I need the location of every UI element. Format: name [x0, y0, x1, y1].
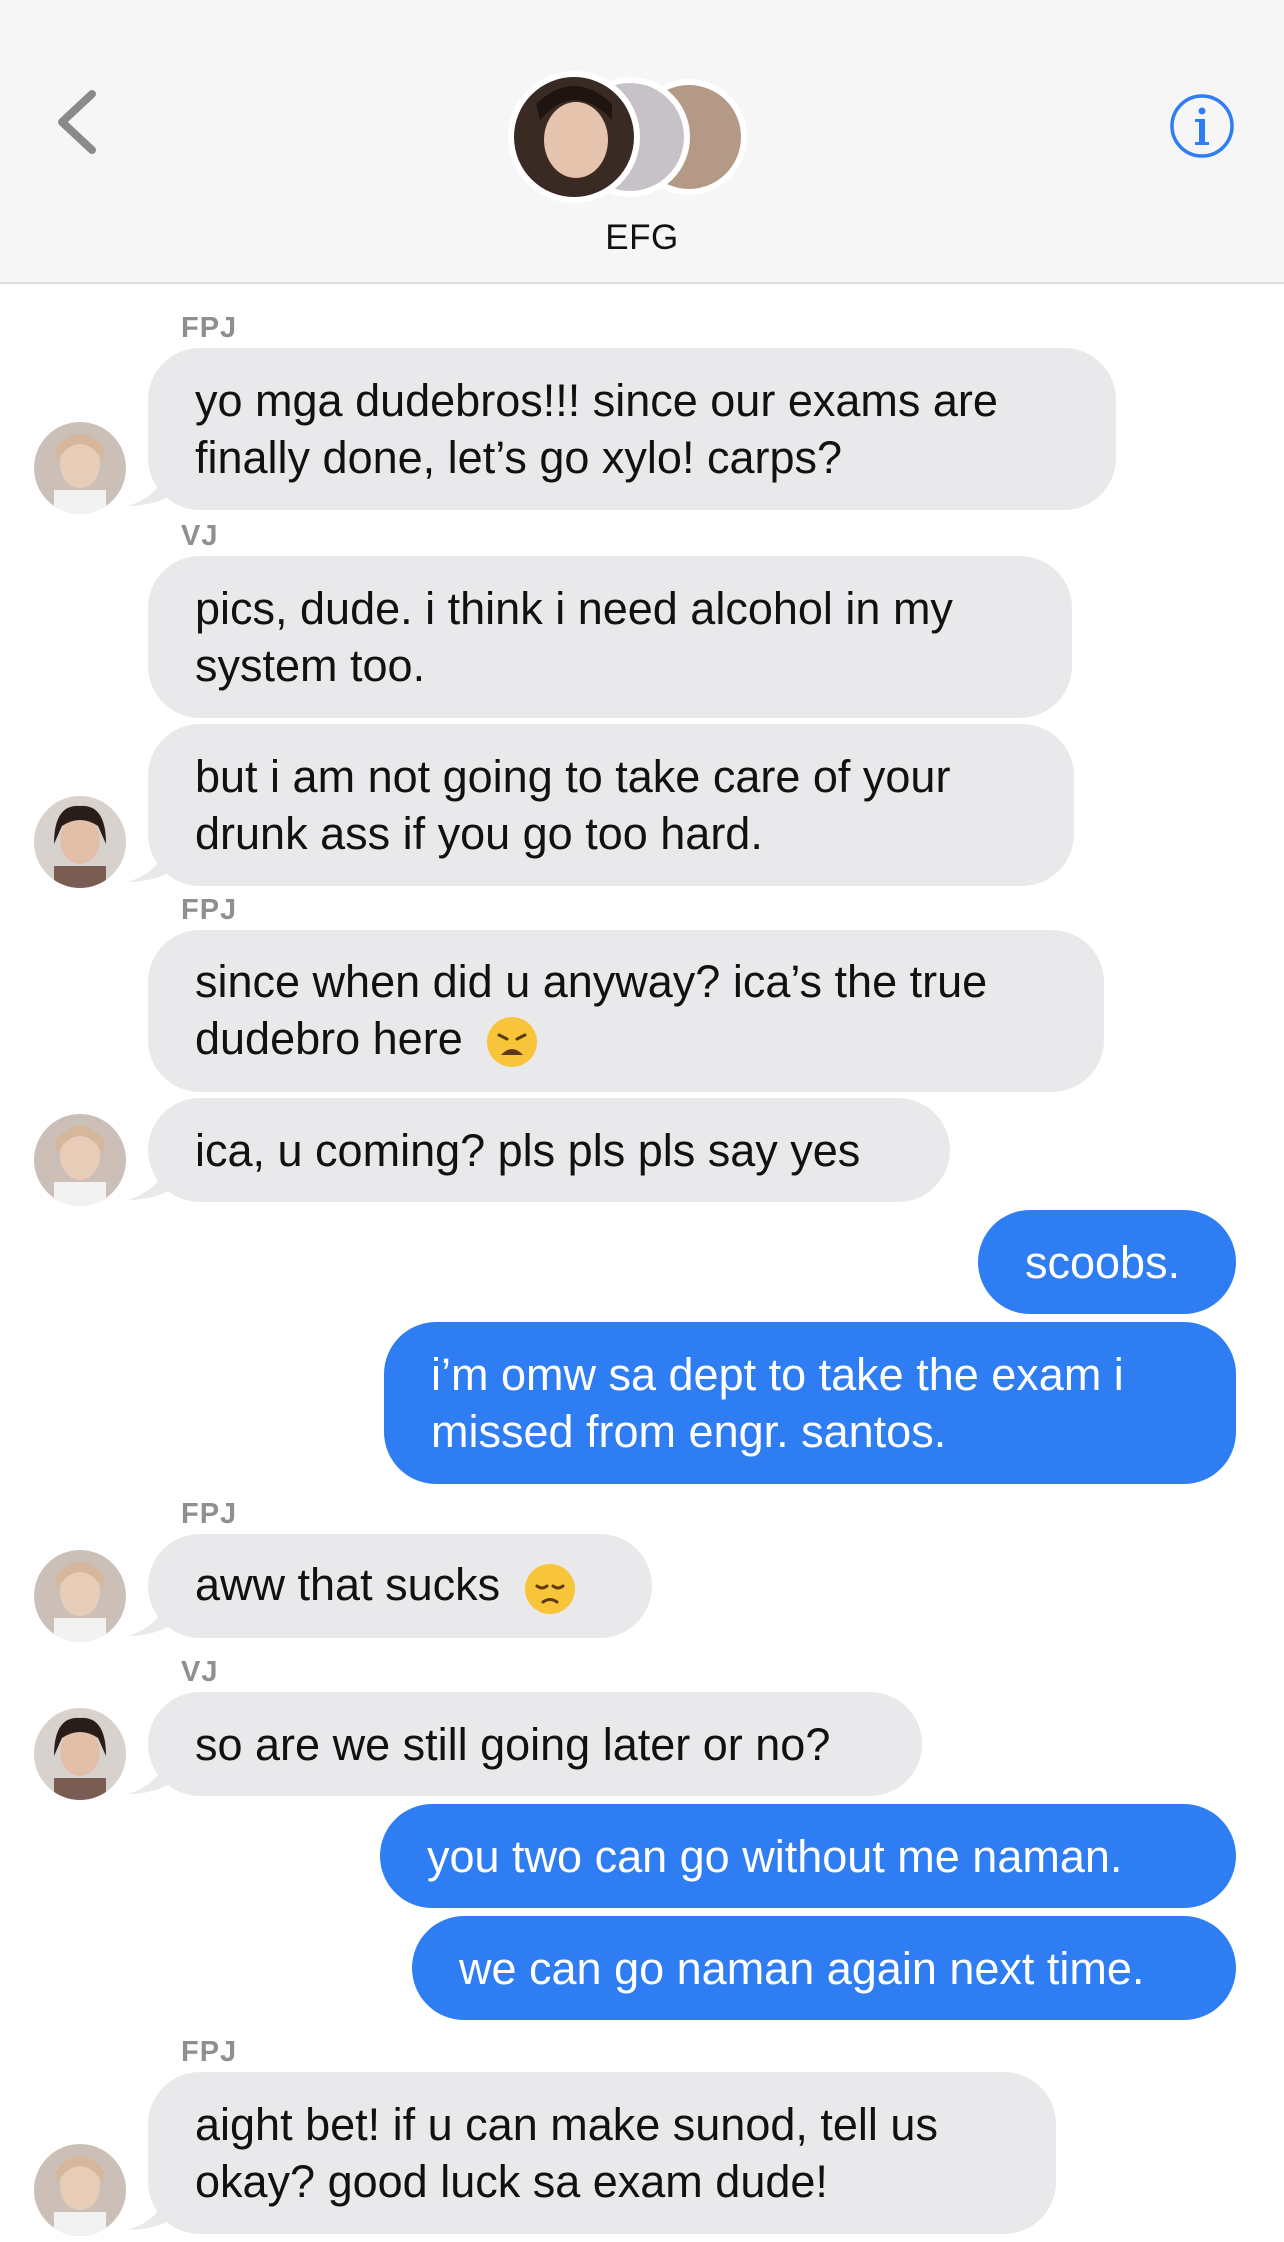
incoming-message-bubble[interactable]: aww that sucks — [148, 1534, 652, 1638]
message-content: since when did u anyway? ica’s the true … — [195, 953, 1057, 1069]
incoming-message-bubble[interactable]: yo mga dudebros!!! since our exams are f… — [148, 348, 1116, 510]
bubble-tail — [128, 1746, 184, 1794]
message-text: i’m omw sa dept to take the exam i misse… — [431, 1349, 1124, 1457]
incoming-message-bubble[interactable]: so are we still going later or no? — [148, 1692, 922, 1796]
bubble-tail — [128, 458, 184, 506]
message-content: aww that sucks — [195, 1556, 577, 1615]
incoming-message-bubble[interactable]: aight bet! if u can make sunod, tell us … — [148, 2072, 1056, 2234]
outgoing-message-bubble[interactable]: scoobs. — [978, 1210, 1236, 1314]
pensive-face-emoji — [524, 1563, 575, 1614]
avatar[interactable] — [34, 1114, 126, 1206]
bubble-tail — [128, 1152, 184, 1200]
incoming-message-bubble[interactable]: but i am not going to take care of your … — [148, 724, 1074, 886]
sender-name: VJ — [181, 520, 219, 552]
message-text: but i am not going to take care of your … — [195, 751, 951, 859]
outgoing-message-bubble[interactable]: you two can go without me naman. — [380, 1804, 1236, 1908]
avatar[interactable] — [34, 2144, 126, 2236]
bubble-tail — [128, 2182, 184, 2230]
message-text: you two can go without me naman. — [427, 1830, 1123, 1882]
sender-name: FPJ — [181, 2036, 238, 2068]
sender-name: VJ — [181, 1656, 219, 1688]
outgoing-message-bubble[interactable]: i’m omw sa dept to take the exam i misse… — [384, 1322, 1236, 1484]
sender-name: FPJ — [181, 894, 238, 926]
avatar[interactable] — [34, 1708, 126, 1800]
message-text: pics, dude. i think i need alcohol in my… — [195, 583, 953, 691]
message-text: aww that sucks — [195, 1559, 501, 1611]
incoming-message-bubble[interactable]: ica, u coming? pls pls pls say yes — [148, 1098, 950, 1202]
avatar[interactable] — [34, 422, 126, 514]
incoming-message-bubble[interactable]: pics, dude. i think i need alcohol in my… — [148, 556, 1072, 718]
bubble-tail — [128, 834, 184, 882]
info-icon[interactable] — [1168, 92, 1236, 160]
message-text: yo mga dudebros!!! since our exams are f… — [195, 375, 998, 483]
message-text: aight bet! if u can make sunod, tell us … — [195, 2099, 938, 2207]
message-text: ica, u coming? pls pls pls say yes — [195, 1124, 861, 1176]
sender-name: FPJ — [181, 312, 238, 344]
message-text: scoobs. — [1025, 1236, 1181, 1288]
outgoing-message-bubble[interactable]: we can go naman again next time. — [412, 1916, 1236, 2020]
weary-face-emoji — [487, 1017, 538, 1068]
incoming-message-bubble[interactable]: since when did u anyway? ica’s the true … — [148, 930, 1104, 1092]
bubble-tail — [128, 1588, 184, 1636]
message-text: so are we still going later or no? — [195, 1718, 831, 1770]
sender-name: FPJ — [181, 1498, 238, 1530]
group-name: EFG — [605, 218, 679, 257]
message-text: since when did u anyway? ica’s the true … — [195, 955, 988, 1064]
message-thread[interactable]: FPJ yo mga dudebros!!! since our exams a… — [0, 286, 1284, 2242]
conversation-header: EFG — [0, 0, 1284, 284]
avatar[interactable] — [34, 796, 126, 888]
avatar[interactable] — [34, 1550, 126, 1642]
message-text: we can go naman again next time. — [459, 1942, 1145, 1994]
